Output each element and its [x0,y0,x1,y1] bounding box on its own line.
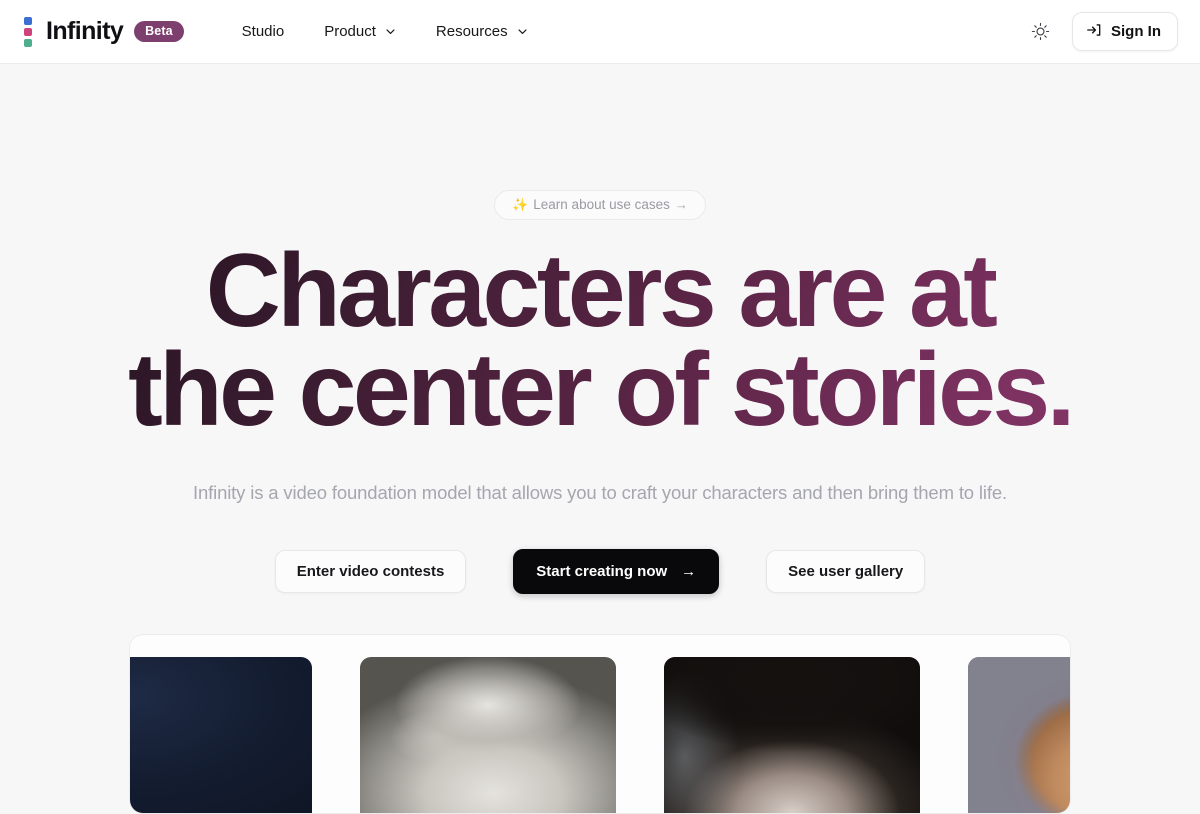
enter-video-contests-button[interactable]: Enter video contests [274,550,467,594]
page-title: Characters are at the center of stories. [0,242,1200,442]
thumbnail-navy-portrait[interactable] [130,657,312,813]
thumbnail-dark-haired-person[interactable] [664,657,920,813]
arrow-right-icon: → [681,563,697,581]
headline-line-2: the center of stories. [128,332,1072,449]
use-cases-pill-label: Learn about use cases [533,197,670,212]
chevron-down-icon [517,26,528,37]
start-creating-now-button[interactable]: Start creating now → [513,549,720,595]
top-navbar: Infinity Beta Studio Product Resources S… [0,0,1200,64]
nav-item-resources-label: Resources [435,23,508,40]
three-dots-logo-icon [22,16,34,47]
gallery-carousel-panel [129,634,1071,814]
nav-item-resources[interactable]: Resources [436,24,528,39]
enter-video-contests-label: Enter video contests [296,563,445,581]
hero-subtitle: Infinity is a video foundation model tha… [193,482,1007,504]
primary-nav: Studio Product Resources [242,24,528,39]
sign-in-button[interactable]: Sign In [1072,12,1178,51]
brand-name: Infinity [46,17,124,45]
sign-in-label: Sign In [1111,23,1161,40]
use-cases-pill-button[interactable]: ✨ Learn about use cases → [494,190,706,220]
beta-badge: Beta [134,20,184,43]
nav-item-studio-label: Studio [241,23,285,40]
nav-item-studio[interactable]: Studio [242,24,285,39]
nav-item-product[interactable]: Product [324,24,396,39]
gallery-thumbnail-strip[interactable] [130,657,1070,813]
arrow-right-icon: → [674,197,688,213]
nav-item-product-label: Product [324,23,376,40]
start-creating-now-label: Start creating now [536,563,668,581]
thumbnail-marble-bust[interactable] [360,657,616,813]
sun-icon[interactable] [1026,18,1054,46]
see-user-gallery-label: See user gallery [788,563,904,581]
navbar-right-actions: Sign In [1026,12,1178,51]
hero-cta-row: Enter video contests Start creating now … [0,549,1200,595]
login-arrow-icon [1086,22,1102,41]
hero-section: ✨ Learn about use cases → Characters are… [0,64,1200,595]
brand-logo[interactable]: Infinity Beta [22,16,184,47]
see-user-gallery-button[interactable]: See user gallery [766,550,926,594]
chevron-down-icon [385,26,396,37]
headline-line-1: Characters are at [205,232,995,349]
thumbnail-bald-man[interactable] [968,657,1070,813]
sparkle-icon: ✨ [512,197,529,213]
